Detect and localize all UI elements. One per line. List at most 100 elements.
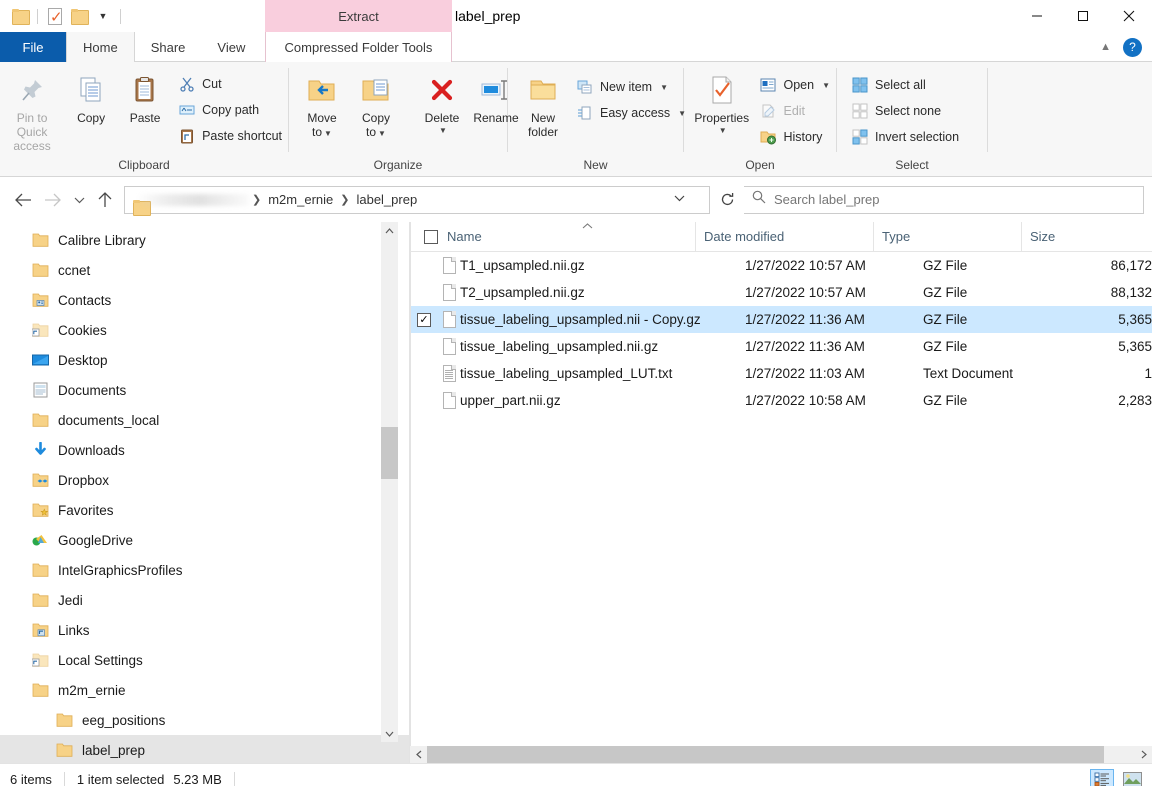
large-icons-view-icon[interactable]	[1120, 769, 1144, 786]
sidebar-item-contacts[interactable]: Contacts	[0, 285, 410, 315]
refresh-icon[interactable]	[710, 186, 744, 214]
navigation-scrollbar[interactable]	[381, 222, 398, 742]
new-folder-button[interactable]: New folder	[516, 70, 570, 141]
sidebar-item-m2m-ernie[interactable]: m2m_ernie	[0, 675, 410, 705]
breadcrumb-redacted-segment[interactable]	[137, 193, 249, 206]
move-to-button[interactable]: Move to ▼	[295, 70, 349, 143]
sidebar-item-desktop[interactable]: Desktop	[0, 345, 410, 375]
qat-properties-icon[interactable]: ✓	[43, 4, 67, 28]
new-item-button[interactable]: New item ▼	[570, 74, 692, 100]
select-none-button[interactable]: Select none	[845, 98, 965, 124]
delete-button[interactable]: Delete ▼	[415, 70, 469, 140]
edit-icon	[759, 102, 777, 120]
qat-separator-2	[120, 8, 121, 24]
sidebar-item-documents[interactable]: Documents	[0, 375, 410, 405]
nav-scroll-down-chevron-down-icon[interactable]	[381, 725, 398, 742]
sidebar-item-links[interactable]: Links	[0, 615, 410, 645]
search-input[interactable]: Search label_prep	[774, 192, 880, 207]
forward-arrow-icon[interactable]	[38, 185, 68, 215]
column-header-type[interactable]: Type	[873, 222, 1021, 252]
file-rows: T1_upsampled.nii.gz 1/27/2022 10:57 AM GZ …	[410, 252, 1152, 414]
nav-scroll-up-chevron-up-icon[interactable]	[381, 222, 398, 239]
breadcrumb-label-prep[interactable]: label_prep	[352, 192, 421, 207]
sidebar-item-ccnet[interactable]: ccnet	[0, 255, 410, 285]
hscroll-left-chevron-left-icon[interactable]	[410, 746, 427, 763]
row-checkbox-cell[interactable]: ✓	[410, 312, 438, 327]
qat-new-folder-icon[interactable]	[67, 4, 91, 28]
sidebar-item-cookies[interactable]: Cookies	[0, 315, 410, 345]
sidebar-item-label: GoogleDrive	[58, 532, 134, 548]
minimize-icon[interactable]	[1014, 0, 1060, 32]
tab-view[interactable]: View	[201, 32, 261, 62]
sidebar-item-calibre-library[interactable]: Calibre Library	[0, 225, 410, 255]
address-bar[interactable]: ❯ m2m_ernie ❯ label_prep	[124, 185, 710, 214]
sidebar-item-label-prep[interactable]: label_prep	[0, 735, 410, 763]
help-icon[interactable]: ?	[1123, 37, 1142, 57]
sidebar-item-intelgraphicsprofiles[interactable]: IntelGraphicsProfiles	[0, 555, 410, 585]
copy-button[interactable]: Copy	[64, 70, 118, 127]
sidebar-item-eeg-positions[interactable]: eeg_positions	[0, 705, 410, 735]
back-arrow-icon[interactable]	[8, 185, 38, 215]
sidebar-item-dropbox[interactable]: Dropbox	[0, 465, 410, 495]
table-row[interactable]: upper_part.nii.gz 1/27/2022 10:58 AM GZ Fi…	[410, 387, 1152, 414]
sidebar-item-downloads[interactable]: Downloads	[0, 435, 410, 465]
properties-label: Properties	[694, 111, 750, 125]
table-row[interactable]: ✓ tissue_labeling_upsampled.nii - Copy.gz…	[410, 306, 1152, 333]
cell-size: 2,283	[1118, 393, 1152, 408]
qat-folder-icon[interactable]	[8, 4, 32, 28]
paste-shortcut-button[interactable]: Paste shortcut	[172, 123, 288, 149]
favorites-folder-icon	[32, 502, 49, 518]
select-all-button[interactable]: Select all	[845, 72, 965, 98]
sidebar-item-googledrive[interactable]: GoogleDrive	[0, 525, 410, 555]
clipboard-small-buttons: Cut Copy path Paste shortcut	[172, 70, 288, 149]
column-header-size-label: Size	[1030, 229, 1056, 244]
pin-to-quick-access-button[interactable]: Pin to Quick access	[0, 70, 64, 155]
nav-scrollbar-thumb[interactable]	[381, 427, 398, 479]
table-row[interactable]: tissue_labeling_upsampled.nii.gz 1/27/202…	[410, 333, 1152, 360]
new-folder-icon	[528, 72, 558, 108]
details-view-icon[interactable]	[1090, 768, 1114, 786]
easy-access-button[interactable]: Easy access ▼	[570, 100, 692, 126]
column-header-size[interactable]: Size	[1021, 222, 1152, 252]
qat-customize-chevron-down-icon[interactable]: ▼	[91, 4, 115, 28]
close-icon[interactable]	[1106, 0, 1152, 32]
paste-button[interactable]: Paste	[118, 70, 172, 127]
contextual-tab-extract[interactable]: Extract	[265, 0, 452, 32]
tab-share[interactable]: Share	[135, 32, 202, 62]
up-arrow-icon[interactable]	[90, 185, 120, 215]
breadcrumb-m2m-ernie[interactable]: m2m_ernie	[264, 192, 337, 207]
ribbon-group-open-label: Open	[745, 158, 775, 172]
folder-icon	[32, 412, 49, 428]
tab-file[interactable]: File	[0, 32, 66, 62]
column-header-date-modified[interactable]: Date modified	[695, 222, 873, 252]
history-button[interactable]: History	[753, 124, 836, 150]
open-button[interactable]: Open ▼	[753, 72, 836, 98]
address-bar-chevron-down-icon[interactable]	[674, 194, 685, 205]
sidebar-item-jedi[interactable]: Jedi	[0, 585, 410, 615]
hscroll-right-chevron-right-icon[interactable]	[1135, 746, 1152, 763]
hscrollbar-thumb[interactable]	[427, 746, 1104, 763]
row-checkbox[interactable]: ✓	[417, 312, 431, 327]
properties-button[interactable]: Properties ▼	[690, 70, 753, 140]
copy-to-button[interactable]: Copy to ▼	[349, 70, 403, 143]
ribbon-collapse-chevron-up-icon[interactable]: ▲	[1094, 41, 1117, 53]
sidebar-item-label: label_prep	[82, 742, 146, 758]
tab-home[interactable]: Home	[66, 32, 135, 62]
tab-compressed-folder-tools[interactable]: Compressed Folder Tools	[265, 32, 452, 62]
sidebar-item-documents-local[interactable]: documents_local	[0, 405, 410, 435]
sidebar-item-favorites[interactable]: Favorites	[0, 495, 410, 525]
table-row[interactable]: T2_upsampled.nii.gz 1/27/2022 10:57 AM GZ …	[410, 279, 1152, 306]
search-icon	[752, 190, 766, 209]
search-box[interactable]: Search label_prep	[744, 185, 1144, 214]
file-list-horizontal-scrollbar[interactable]	[410, 746, 1152, 763]
recent-locations-chevron-down-icon[interactable]	[68, 185, 90, 215]
table-row[interactable]: tissue_labeling_upsampled_LUT.txt 1/27/20…	[410, 360, 1152, 387]
select-all-checkbox[interactable]	[424, 229, 438, 244]
cut-button[interactable]: Cut	[172, 71, 288, 97]
table-row[interactable]: T1_upsampled.nii.gz 1/27/2022 10:57 AM GZ …	[410, 252, 1152, 279]
column-header-name[interactable]: Name	[410, 222, 695, 252]
copy-path-button[interactable]: Copy path	[172, 97, 288, 123]
maximize-icon[interactable]	[1060, 0, 1106, 32]
sidebar-item-local-settings[interactable]: Local Settings	[0, 645, 410, 675]
invert-selection-button[interactable]: Invert selection	[845, 124, 965, 150]
